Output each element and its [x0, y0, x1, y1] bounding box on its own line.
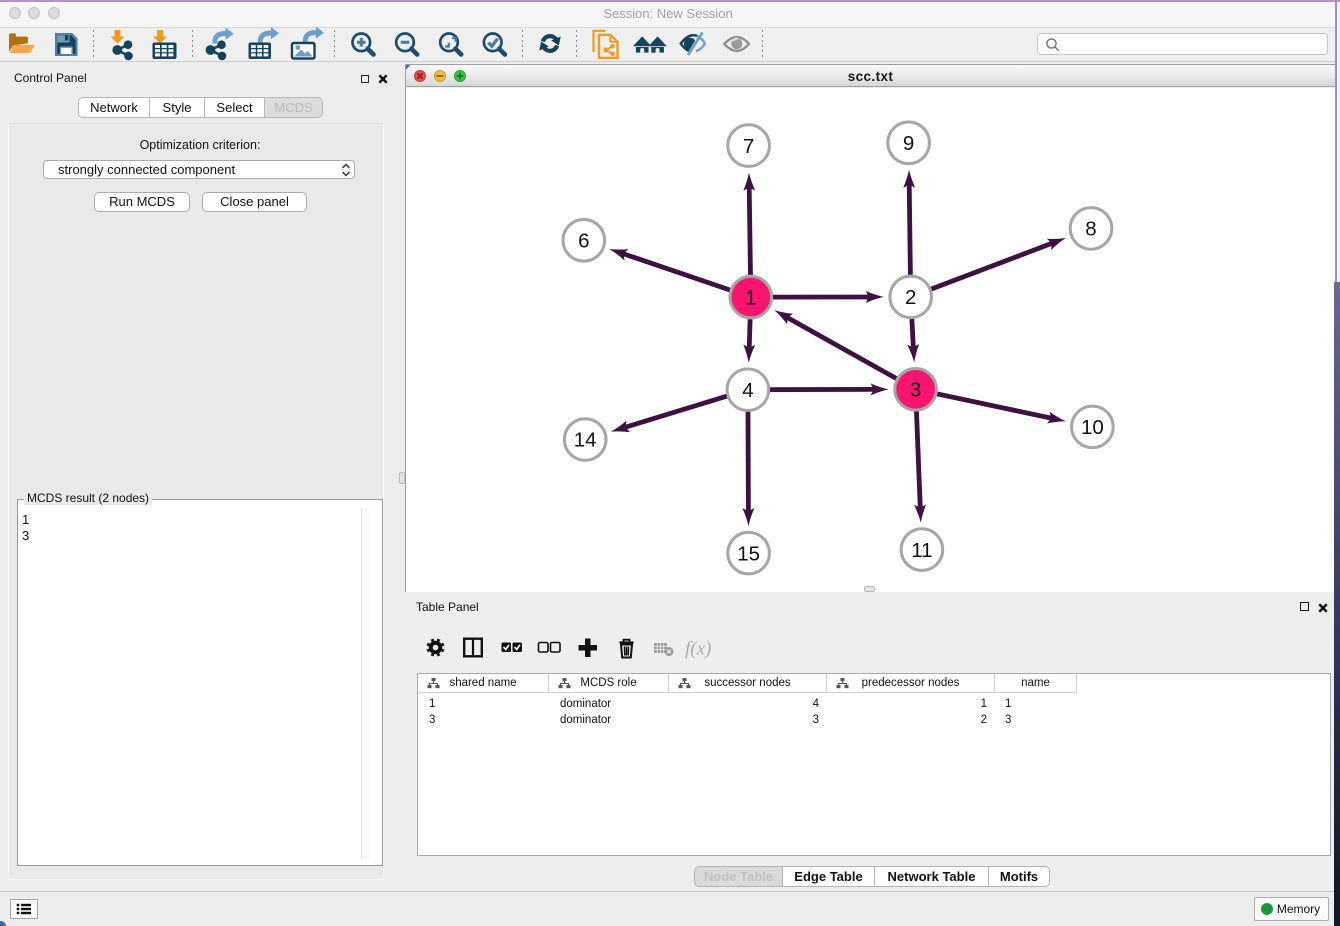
- svg-text:11: 11: [911, 539, 932, 562]
- svg-text:1: 1: [745, 286, 756, 309]
- svg-text:f(x): f(x): [685, 639, 711, 660]
- svg-text:3: 3: [910, 379, 921, 402]
- svg-text:14: 14: [574, 429, 597, 452]
- svg-text:2: 2: [905, 286, 916, 309]
- svg-text:9: 9: [903, 132, 914, 155]
- svg-text:10: 10: [1081, 416, 1104, 439]
- svg-text:4: 4: [742, 379, 753, 402]
- svg-text:6: 6: [578, 230, 589, 253]
- svg-text:15: 15: [737, 542, 760, 565]
- svg-text:7: 7: [743, 135, 754, 158]
- svg-text:8: 8: [1085, 218, 1096, 241]
